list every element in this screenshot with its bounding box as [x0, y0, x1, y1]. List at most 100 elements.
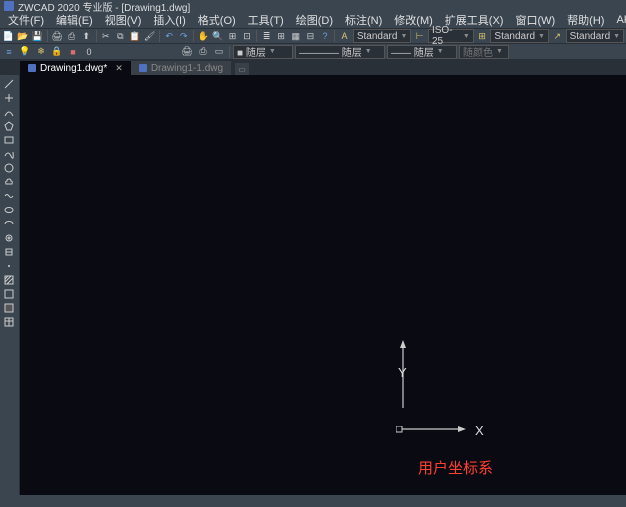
menu-view[interactable]: 视图(V) — [99, 11, 148, 29]
menu-help[interactable]: 帮助(H) — [561, 11, 610, 29]
layer-dropdown[interactable]: ■ 随层 ▼ — [233, 45, 293, 59]
plus-icon: ▭ — [238, 65, 246, 74]
style4-value: Standard — [570, 31, 611, 42]
page-icon[interactable]: ▭ — [212, 45, 226, 59]
ellipse-arc-tool-icon[interactable] — [0, 217, 18, 231]
plot-icon[interactable]: ⎙ — [196, 45, 210, 59]
layer-props-icon[interactable]: ≡ — [2, 45, 16, 59]
chevron-down-icon: ▼ — [463, 33, 470, 40]
layer-num-icon[interactable]: 0 — [82, 45, 96, 59]
circle-tool-icon[interactable] — [0, 161, 18, 175]
menu-insert[interactable]: 插入(I) — [147, 11, 191, 29]
layer-freeze-icon[interactable]: ❄ — [34, 45, 48, 59]
color-value: 随颜色 — [463, 44, 493, 59]
textstyle-dropdown[interactable]: Standard ▼ — [353, 29, 412, 43]
tablestyle-value: Standard — [494, 31, 535, 42]
polygon-tool-icon[interactable] — [0, 119, 18, 133]
linetype-dropdown[interactable]: ———— 随层 ▼ — [295, 45, 385, 59]
menu-draw[interactable]: 绘图(D) — [290, 11, 339, 29]
dwg-icon — [28, 64, 36, 72]
new-icon[interactable]: 📄 — [2, 29, 15, 43]
table-tool-icon[interactable] — [0, 315, 18, 329]
textstyle-icon[interactable]: A — [338, 29, 351, 43]
chevron-down-icon: ▼ — [269, 48, 276, 55]
hatch-tool-icon[interactable] — [0, 273, 18, 287]
layer-lock-icon[interactable]: 🔒 — [50, 45, 64, 59]
paste-icon[interactable]: 📋 — [129, 29, 142, 43]
match-icon[interactable]: 🖌 — [143, 29, 156, 43]
toolbar-2: ≡ 💡 ❄ 🔒 ■ 0 🖨 ⎙ ▭ ■ 随层 ▼ ———— 随层 ▼ —— 随层… — [0, 44, 626, 60]
menu-app[interactable]: APP+ — [610, 13, 626, 27]
arc-tool-icon[interactable] — [0, 105, 18, 119]
dwg-icon — [139, 64, 147, 72]
layer-color-icon[interactable]: ■ — [66, 45, 80, 59]
tab-add-button[interactable]: ▭ — [235, 63, 249, 75]
tablestyle-icon[interactable]: ⊞ — [476, 29, 489, 43]
close-icon[interactable]: ✕ — [115, 63, 123, 74]
cloud-tool-icon[interactable] — [0, 175, 18, 189]
calc-icon[interactable]: ⊟ — [304, 29, 317, 43]
tablestyle-dropdown[interactable]: Standard ▼ — [490, 29, 549, 43]
block-tool-icon[interactable] — [0, 245, 18, 259]
cut-icon[interactable]: ✂ — [99, 29, 112, 43]
print-icon-2[interactable]: 🖨 — [180, 45, 194, 59]
ray-tool-icon[interactable] — [0, 91, 18, 105]
lineweight-dropdown[interactable]: —— 随层 ▼ — [387, 45, 457, 59]
menu-window[interactable]: 窗口(W) — [509, 11, 561, 29]
undo-icon[interactable]: ↶ — [163, 29, 176, 43]
menu-edit[interactable]: 编辑(E) — [50, 11, 99, 29]
menubar: 文件(F) 编辑(E) 视图(V) 插入(I) 格式(O) 工具(T) 绘图(D… — [0, 12, 626, 28]
menu-tools[interactable]: 工具(T) — [242, 11, 290, 29]
separator — [256, 30, 257, 42]
style4-dropdown[interactable]: Standard ▼ — [566, 29, 625, 43]
properties-icon[interactable]: ≣ — [260, 29, 273, 43]
menu-file[interactable]: 文件(F) — [2, 11, 50, 29]
layer-on-icon[interactable]: 💡 — [18, 45, 32, 59]
preview-icon[interactable]: ⎙ — [65, 29, 78, 43]
design-center-icon[interactable]: ⊞ — [275, 29, 288, 43]
chevron-down-icon: ▼ — [365, 48, 372, 55]
help-icon[interactable]: ? — [319, 29, 332, 43]
open-icon[interactable]: 📂 — [17, 29, 30, 43]
tab-drawing1-1[interactable]: Drawing1-1.dwg — [131, 61, 231, 75]
separator — [159, 30, 160, 42]
mleader-icon[interactable]: ↗ — [551, 29, 564, 43]
rect-tool-icon[interactable] — [0, 133, 18, 147]
main-area: Y X 用户坐标系 — [0, 75, 626, 495]
gradient-tool-icon[interactable] — [0, 287, 18, 301]
layer-value: ■ 随层 — [237, 44, 266, 59]
chevron-down-icon: ▼ — [538, 33, 545, 40]
publish-icon[interactable]: ⬆ — [80, 29, 93, 43]
color-dropdown[interactable]: 随颜色 ▼ — [459, 45, 509, 59]
ucs-x-label: X — [475, 423, 484, 438]
menu-dimension[interactable]: 标注(N) — [339, 11, 388, 29]
dimstyle-dropdown[interactable]: ISO-25 ▼ — [428, 29, 474, 43]
zoom-rt-icon[interactable]: 🔍 — [212, 29, 225, 43]
separator — [47, 30, 48, 42]
save-icon[interactable]: 💾 — [31, 29, 44, 43]
chevron-down-icon: ▼ — [400, 33, 407, 40]
print-icon[interactable]: 🖨 — [51, 29, 64, 43]
pan-icon[interactable]: ✋ — [197, 29, 210, 43]
wave-tool-icon[interactable] — [0, 189, 18, 203]
line-tool-icon[interactable] — [0, 77, 18, 91]
linetype-value: ———— 随层 — [299, 44, 362, 59]
redo-icon[interactable]: ↷ — [177, 29, 190, 43]
dimstyle-icon[interactable]: ⊢ — [413, 29, 426, 43]
region-tool-icon[interactable] — [0, 301, 18, 315]
zoom-win-icon[interactable]: ⊞ — [226, 29, 239, 43]
lineweight-value: —— 随层 — [391, 44, 434, 59]
drawing-canvas[interactable]: Y X 用户坐标系 — [20, 75, 626, 495]
menu-format[interactable]: 格式(O) — [192, 11, 242, 29]
ellipse-tool-icon[interactable] — [0, 203, 18, 217]
donut-tool-icon[interactable] — [0, 231, 18, 245]
separator — [229, 46, 230, 58]
tab-drawing1[interactable]: Drawing1.dwg* ✕ — [20, 61, 131, 75]
chevron-down-icon: ▼ — [496, 48, 503, 55]
point-tool-icon[interactable] — [0, 259, 18, 273]
tool-palette-icon[interactable]: ▦ — [290, 29, 303, 43]
zoom-prev-icon[interactable]: ⊡ — [241, 29, 254, 43]
spline-tool-icon[interactable] — [0, 147, 18, 161]
document-tabs: Drawing1.dwg* ✕ Drawing1-1.dwg ▭ — [0, 60, 626, 75]
copy-icon[interactable]: ⧉ — [114, 29, 127, 43]
